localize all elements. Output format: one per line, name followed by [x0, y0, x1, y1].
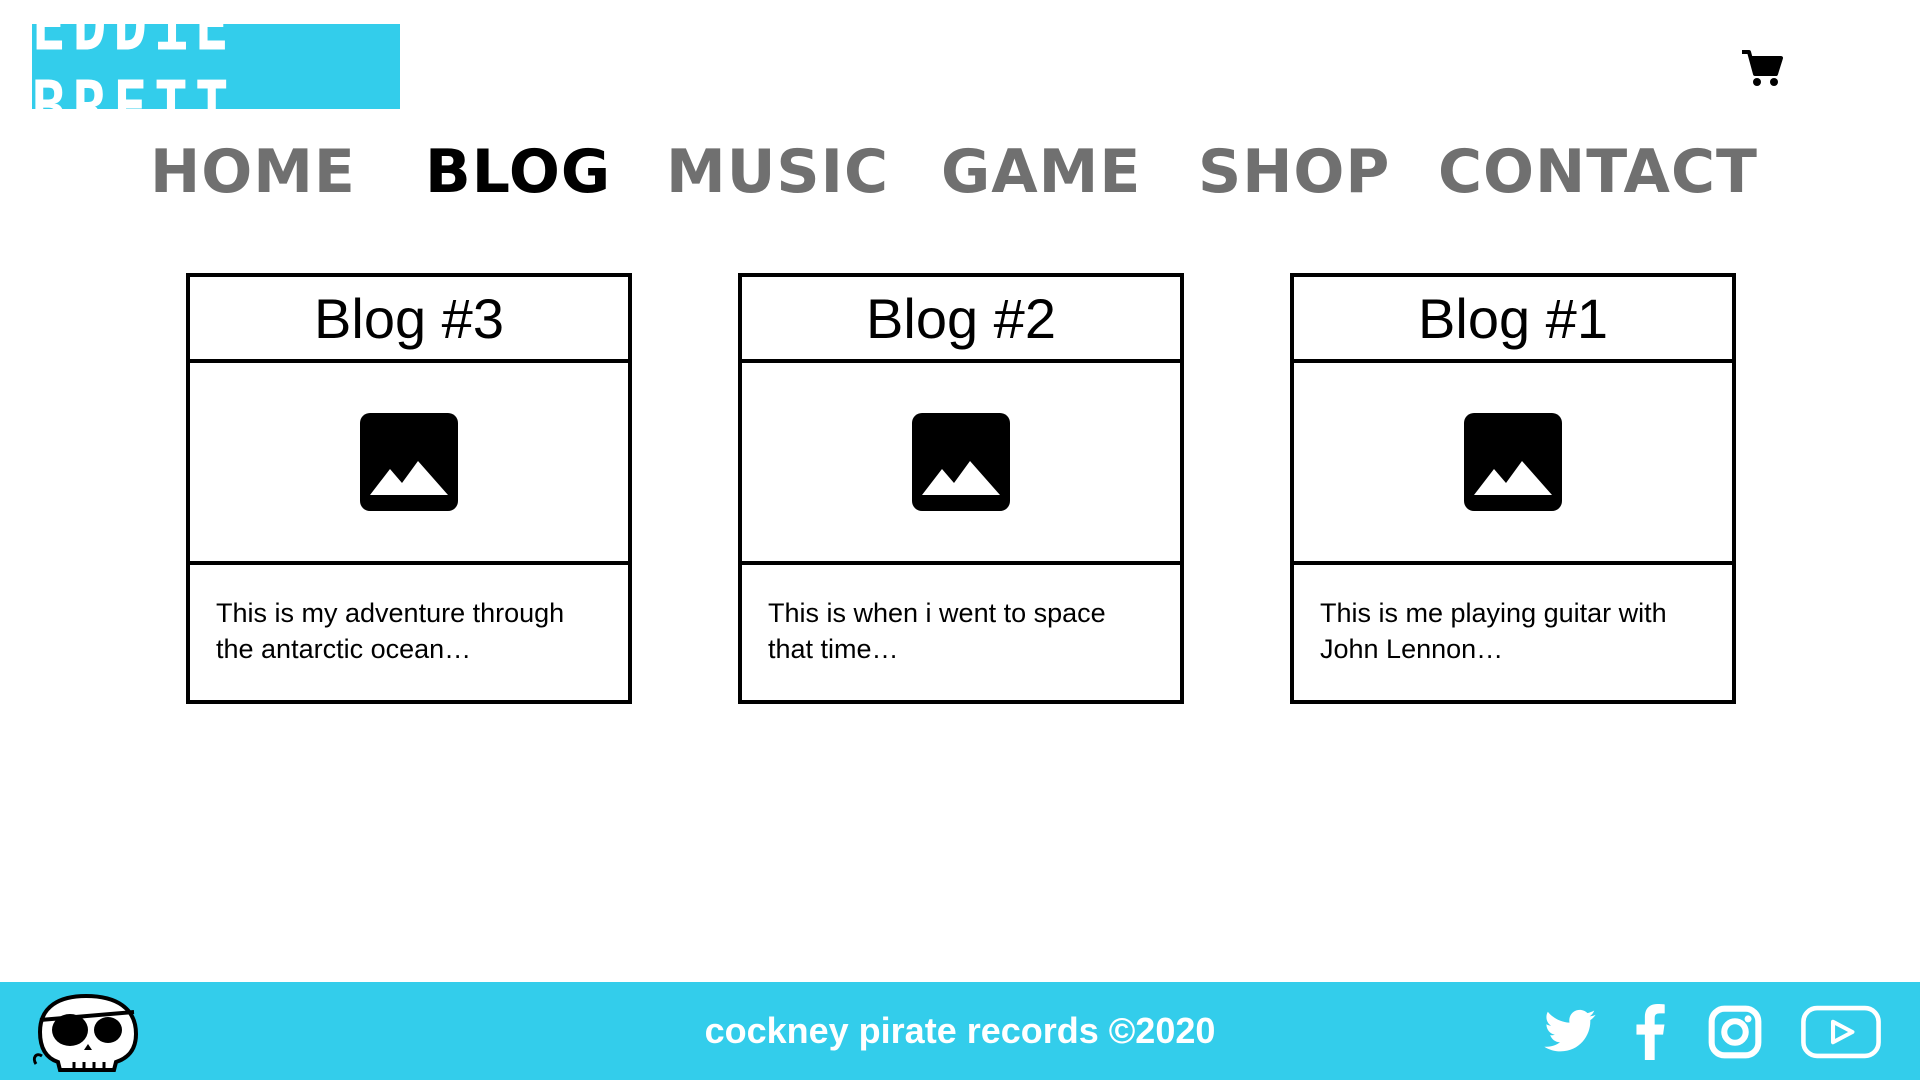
nav-item-home[interactable]: HOME	[150, 132, 356, 212]
facebook-icon[interactable]	[1632, 1004, 1668, 1060]
youtube-icon[interactable]	[1800, 1004, 1882, 1060]
blog-card-excerpt: This is when i went to space that time…	[768, 598, 1106, 664]
image-placeholder-icon	[912, 413, 1010, 511]
image-placeholder-icon	[360, 413, 458, 511]
blog-card-image[interactable]	[190, 363, 628, 565]
blog-card-title[interactable]: Blog #2	[742, 277, 1180, 363]
footer: cockney pirate records ©2020	[0, 982, 1920, 1080]
logo-text: EDDiE BRETT	[32, 0, 236, 148]
cart-icon[interactable]	[1740, 48, 1784, 88]
main-nav: HOME BLOG MUSIC GAME SHOP CONTACT	[0, 132, 1920, 212]
nav-item-shop[interactable]: SHOP	[1198, 132, 1390, 212]
nav-item-music[interactable]: MUSIC	[666, 132, 889, 212]
nav-item-contact[interactable]: CONTACT	[1438, 132, 1758, 212]
blog-card[interactable]: Blog #3 This is my adventure through the…	[186, 273, 632, 704]
site-logo[interactable]: EDDiE BRETT	[32, 0, 400, 148]
blog-card-excerpt: This is my adventure through the antarct…	[216, 598, 565, 664]
blog-card-excerpt: This is me playing guitar with John Lenn…	[1320, 598, 1667, 664]
twitter-icon[interactable]	[1540, 1004, 1600, 1060]
image-placeholder-icon	[1464, 413, 1562, 511]
blog-card[interactable]: Blog #1 This is me playing guitar with J…	[1290, 273, 1736, 704]
blog-card-image[interactable]	[1294, 363, 1732, 565]
blog-card-title[interactable]: Blog #3	[190, 277, 628, 363]
blog-card-image[interactable]	[742, 363, 1180, 565]
instagram-icon[interactable]	[1706, 1004, 1764, 1060]
nav-item-blog[interactable]: BLOG	[425, 132, 611, 212]
blog-card-title[interactable]: Blog #1	[1294, 277, 1732, 363]
blog-card[interactable]: Blog #2 This is when i went to space tha…	[738, 273, 1184, 704]
nav-item-game[interactable]: GAME	[941, 132, 1141, 212]
